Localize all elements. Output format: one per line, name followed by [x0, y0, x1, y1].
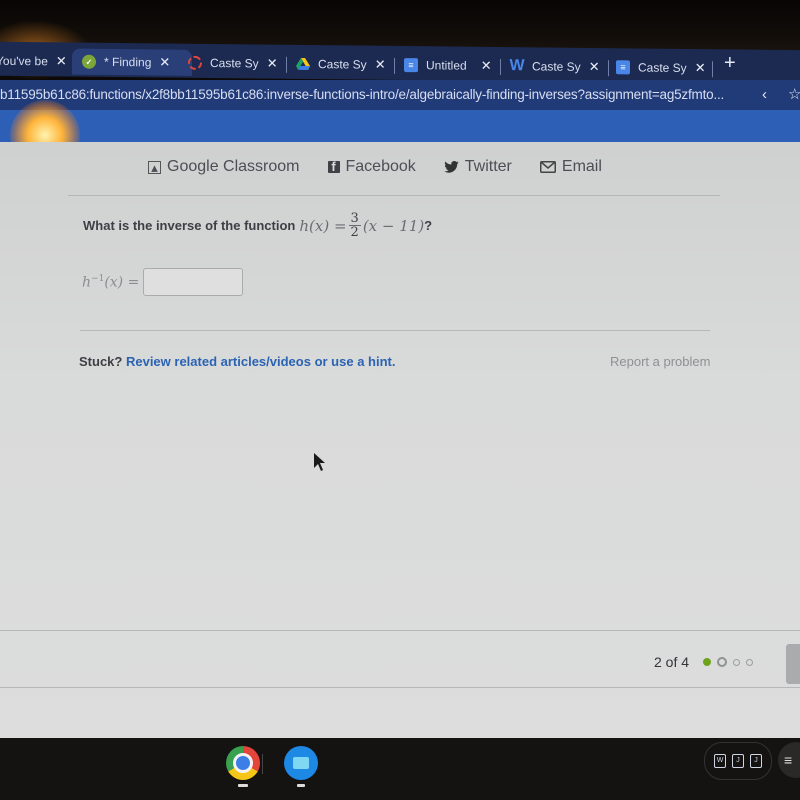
tab-separator — [500, 59, 501, 76]
question-mark: ? — [424, 218, 433, 233]
tab-caste-2[interactable]: Caste Sy ✕ — [296, 51, 386, 78]
progress-label: 2 of 4 — [654, 654, 690, 670]
share-label: Twitter — [464, 158, 512, 175]
fraction-numerator: 3 — [348, 211, 361, 226]
email-icon — [539, 161, 556, 173]
tray-key-icon: J — [750, 754, 762, 768]
google-docs-icon: ≡ — [616, 60, 630, 75]
os-shelf: W J J ≡ — [0, 738, 800, 800]
google-drive-icon — [296, 57, 310, 71]
progress-dot-complete — [703, 658, 712, 666]
share-bar: ▴ Google Classroom f Facebook Twitter Em… — [148, 158, 630, 176]
stuck-label: Stuck? — [79, 354, 123, 369]
hint-link[interactable]: Review related articles/videos or use a … — [126, 354, 396, 369]
help-row: Stuck? Review related articles/videos or… — [79, 354, 395, 369]
google-classroom-icon: ▴ — [148, 160, 161, 174]
function-lhs: h(x) = — [299, 216, 347, 235]
report-problem-link[interactable]: Report a problem — [610, 354, 710, 369]
close-icon[interactable]: ✕ — [589, 59, 600, 75]
progress-dot-current — [717, 657, 728, 667]
tab-strip: You've be ✕ ✓ * Finding ✕ Caste Sy ✕ Cas… — [0, 41, 800, 85]
close-icon[interactable]: ✕ — [695, 60, 706, 76]
progress-dots — [703, 657, 759, 667]
app-running-indicator — [297, 784, 305, 787]
tab-title: Caste Sy — [638, 60, 687, 76]
status-area-icon[interactable]: ≡ — [778, 742, 800, 778]
question-text: What is the inverse of the function — [83, 218, 296, 233]
tray-key-icon: J — [732, 754, 744, 768]
new-tab-button[interactable]: + — [724, 52, 736, 75]
answer-label-base: h — [82, 274, 92, 291]
answer-row: h−1(x) = — [82, 268, 244, 296]
question-prompt: What is the inverse of the function h(x)… — [83, 212, 432, 239]
tab-title: Caste Sy — [318, 57, 367, 72]
ime-tray[interactable]: W J J — [704, 742, 772, 780]
tab-title: You've be — [0, 53, 48, 69]
bookmark-star-icon[interactable]: ☆ — [788, 85, 800, 103]
check-answer-button[interactable] — [786, 644, 800, 684]
tab-finding[interactable]: ✓ * Finding ✕ — [72, 48, 192, 76]
address-bar[interactable]: b11595b61c86:functions/x2f8bb11595b61c86… — [0, 80, 800, 110]
google-docs-icon: ≡ — [404, 58, 418, 73]
exercise-page: ▴ Google Classroom f Facebook Twitter Em… — [0, 142, 800, 738]
share-icon[interactable]: ‹ — [762, 86, 767, 103]
app-running-indicator — [238, 784, 248, 787]
tab-caste-1[interactable]: Caste Sy ✕ — [188, 50, 278, 77]
answer-label-rest: (x) = — [104, 274, 140, 291]
facebook-icon: f — [327, 160, 340, 173]
progress-dot-pending — [733, 658, 741, 666]
tab-title: Caste Sy — [532, 59, 581, 74]
site-header — [0, 110, 800, 142]
share-label: Google Classroom — [167, 158, 300, 175]
word-icon: W — [509, 57, 525, 75]
share-label: Facebook — [345, 158, 416, 175]
close-icon[interactable]: ✕ — [375, 57, 386, 73]
share-facebook[interactable]: f Facebook — [327, 158, 416, 176]
answer-label-sup: −1 — [91, 273, 105, 284]
tab-title: Caste Sy — [210, 56, 259, 71]
answer-label: h−1(x) = — [82, 274, 139, 291]
function-expression: h(x) = 3 2 (x − 11) ? — [299, 212, 432, 239]
tab-untitled[interactable]: ≡ Untitled ✕ — [404, 52, 492, 79]
footer-divider — [0, 630, 800, 631]
divider — [80, 330, 710, 331]
progress-indicator: 2 of 4 — [654, 654, 759, 670]
tab-youve-been[interactable]: You've be ✕ — [0, 48, 67, 75]
footer-divider — [0, 687, 800, 688]
fraction: 3 2 — [348, 211, 361, 240]
share-google-classroom[interactable]: ▴ Google Classroom — [148, 158, 300, 176]
tab-caste-4[interactable]: ≡ Caste Sy ✕ — [616, 54, 706, 81]
tab-caste-3[interactable]: W Caste Sy ✕ — [509, 53, 600, 80]
fraction-denominator: 2 — [350, 225, 359, 240]
chrome-icon[interactable] — [226, 746, 260, 780]
close-icon[interactable]: ✕ — [267, 56, 278, 72]
url-text[interactable]: b11595b61c86:functions/x2f8bb11595b61c86… — [0, 87, 724, 102]
tray-key-icon: W — [714, 754, 726, 768]
close-icon[interactable]: ✕ — [159, 54, 170, 70]
files-icon[interactable] — [284, 746, 318, 780]
shelf-separator — [262, 754, 263, 774]
khan-academy-icon: ✓ — [82, 54, 96, 69]
divider — [68, 195, 720, 196]
share-twitter[interactable]: Twitter — [444, 158, 512, 176]
tab-separator — [712, 61, 713, 78]
tab-title: Untitled — [426, 58, 467, 73]
function-rhs: (x − 11) — [362, 216, 425, 235]
tab-separator — [608, 60, 609, 77]
share-label: Email — [561, 158, 602, 175]
twitter-icon — [444, 161, 459, 173]
close-icon[interactable]: ✕ — [481, 58, 492, 74]
loading-icon — [188, 55, 202, 70]
close-icon[interactable]: ✕ — [56, 53, 67, 69]
answer-input[interactable] — [143, 268, 244, 296]
tab-title: * Finding — [104, 54, 152, 70]
tab-separator — [394, 57, 395, 74]
tab-separator — [286, 56, 287, 73]
progress-dot-pending — [746, 658, 754, 666]
share-email[interactable]: Email — [539, 158, 602, 176]
